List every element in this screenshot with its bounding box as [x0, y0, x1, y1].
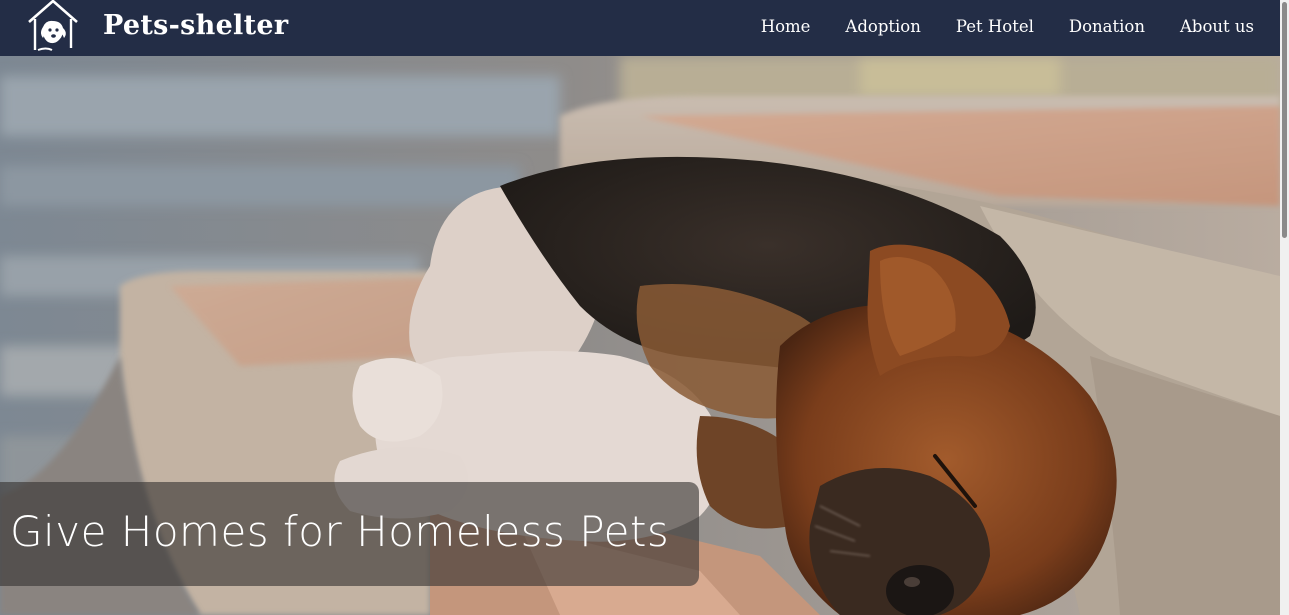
scrollbar-thumb[interactable]: [1282, 2, 1287, 238]
brand-name[interactable]: Pets-shelter: [103, 6, 288, 46]
nav-home[interactable]: Home: [761, 17, 811, 36]
hero-banner: Give Homes for Homeless Pets: [0, 56, 1280, 615]
nav-adoption[interactable]: Adoption: [845, 17, 920, 36]
main-nav: Home Adoption Pet Hotel Donation About u…: [726, 0, 1254, 52]
page: Pets-shelter Home Adoption Pet Hotel Don…: [0, 0, 1289, 615]
hero-caption: Give Homes for Homeless Pets: [10, 507, 670, 556]
nav-donation[interactable]: Donation: [1069, 17, 1145, 36]
hero-caption-box: Give Homes for Homeless Pets: [0, 482, 699, 586]
nav-pet-hotel[interactable]: Pet Hotel: [956, 17, 1034, 36]
page-scrollbar[interactable]: [1280, 0, 1289, 615]
nav-about-us[interactable]: About us: [1180, 17, 1254, 36]
top-navbar: Pets-shelter Home Adoption Pet Hotel Don…: [0, 0, 1280, 56]
house-with-dog-icon[interactable]: [26, 0, 80, 54]
